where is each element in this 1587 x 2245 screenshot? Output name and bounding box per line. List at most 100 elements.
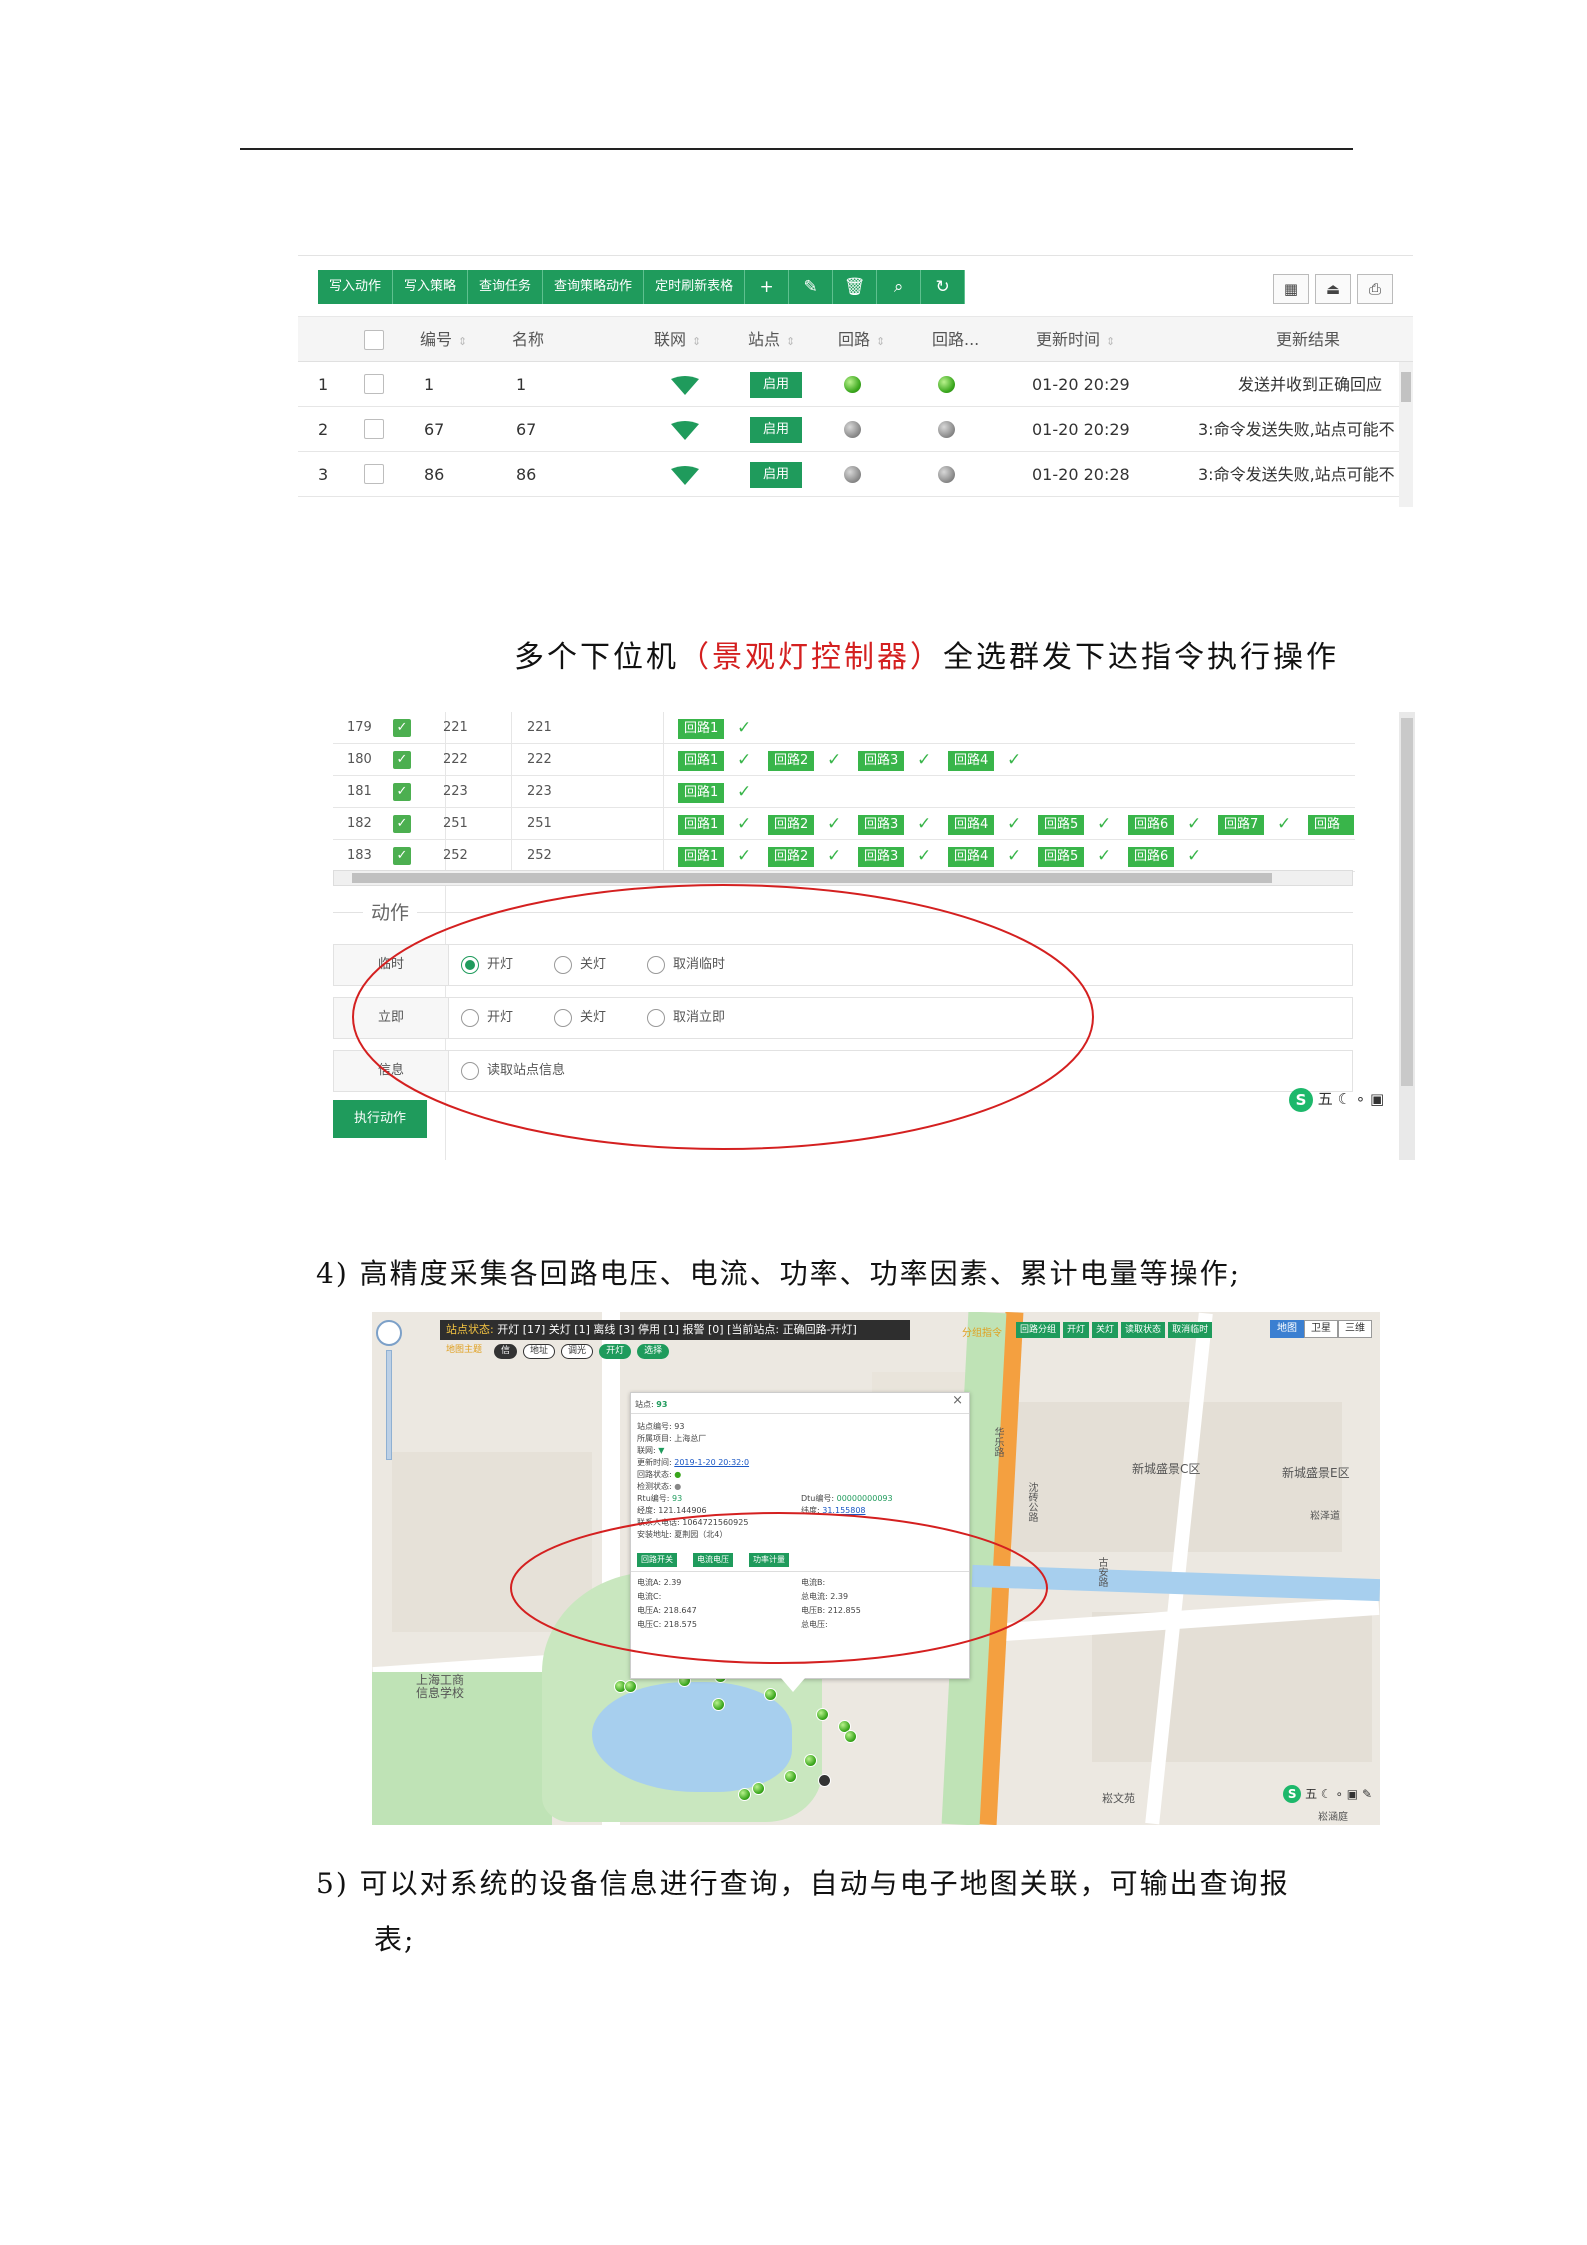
export-icon[interactable]: ⏏ bbox=[1315, 274, 1351, 304]
col-time[interactable]: 更新时间 ⇕ bbox=[1036, 317, 1115, 363]
header-rule bbox=[240, 148, 1353, 150]
check-icon: ✓ bbox=[917, 750, 932, 770]
group-loop-button[interactable]: 回路分组 bbox=[1016, 1322, 1061, 1338]
print-icon[interactable]: ⎙ bbox=[1357, 274, 1393, 304]
table-row[interactable]: 3 86 86 启用 01-20 20:28 3:命令发送失败,站点可能不 bbox=[298, 452, 1413, 497]
table-row[interactable]: 2 67 67 启用 01-20 20:29 3:命令发送失败,站点可能不 bbox=[298, 407, 1413, 452]
table-row[interactable]: 180 ✓ 222 222 回路1 ✓ 回路2 ✓ 回路3 ✓ 回路4 ✓ bbox=[333, 744, 1355, 776]
cancel-temp-button[interactable]: 取消临时 bbox=[1168, 1322, 1213, 1338]
loop-tag: 回路1 bbox=[678, 783, 725, 803]
col-loop[interactable]: 回路 ⇕ bbox=[838, 317, 885, 363]
row-checkbox[interactable]: ✓ bbox=[393, 751, 411, 769]
col-net[interactable]: 联网 ⇕ bbox=[654, 317, 701, 363]
map-command-buttons: 回路分组 开灯 关灯 读取状态 取消临时 bbox=[1016, 1322, 1213, 1338]
map-on-button[interactable]: 开灯 bbox=[1063, 1322, 1090, 1338]
select-all-checkbox[interactable] bbox=[364, 330, 384, 350]
immediate-on-radio[interactable] bbox=[461, 1009, 479, 1027]
search-icon[interactable]: ⌕ bbox=[877, 270, 922, 304]
read-info-radio[interactable] bbox=[461, 1062, 479, 1080]
power-metering-tab[interactable]: 功率计量 bbox=[749, 1553, 789, 1567]
paragraph-5-line-1: 5) 可以对系统的设备信息进行查询，自动与电子地图关联，可输出查询报 bbox=[316, 1867, 1290, 1900]
row-checkbox[interactable] bbox=[364, 464, 384, 484]
row-checkbox[interactable]: ✓ bbox=[393, 815, 411, 833]
write-action-button[interactable]: 写入动作 bbox=[318, 270, 394, 304]
check-icon: ✓ bbox=[1097, 846, 1112, 866]
filter-pill[interactable]: 开灯 bbox=[599, 1344, 632, 1359]
loop-tag: 回路3 bbox=[858, 847, 905, 867]
temp-cancel-radio[interactable] bbox=[647, 956, 665, 974]
row-checkbox[interactable] bbox=[364, 374, 384, 394]
enable-button[interactable]: 启用 bbox=[750, 372, 802, 398]
table-row[interactable]: 182 ✓ 251 251 回路1 ✓ 回路2 ✓ 回路3 ✓ 回路4 ✓ 回路5 ✓ 回… bbox=[333, 808, 1355, 840]
loop-tag: 回路3 bbox=[858, 751, 905, 771]
check-icon: ✓ bbox=[737, 846, 752, 866]
check-icon: ✓ bbox=[1187, 814, 1202, 834]
loop-tag: 回路5 bbox=[1038, 815, 1085, 835]
vertical-scrollbar[interactable] bbox=[1399, 362, 1413, 507]
loop-tag: 回路1 bbox=[678, 815, 725, 835]
station-marker[interactable] bbox=[712, 1698, 725, 1711]
plus-icon[interactable]: + bbox=[745, 270, 790, 304]
filter-pill[interactable]: 地址 bbox=[523, 1344, 556, 1359]
table-row[interactable]: 181 ✓ 223 223 回路1 ✓ bbox=[333, 776, 1355, 808]
map-type-switch: 地图 卫星 三维 bbox=[1270, 1320, 1372, 1338]
table-row[interactable]: 1 1 1 启用 01-20 20:29 发送并收到正确回应 bbox=[298, 362, 1413, 407]
station-marker[interactable] bbox=[816, 1708, 829, 1721]
query-strategy-action-button[interactable]: 查询策略动作 bbox=[543, 270, 645, 304]
station-marker[interactable] bbox=[738, 1788, 751, 1801]
station-marker[interactable] bbox=[804, 1754, 817, 1767]
loop2-status-icon bbox=[938, 466, 955, 483]
station-marker[interactable] bbox=[624, 1680, 637, 1693]
write-strategy-button[interactable]: 写入策略 bbox=[393, 270, 469, 304]
offline-station-marker[interactable] bbox=[818, 1774, 831, 1787]
timed-refresh-button[interactable]: 定时刷新表格 bbox=[644, 270, 746, 304]
immediate-off-radio[interactable] bbox=[554, 1009, 572, 1027]
col-result[interactable]: 更新结果 bbox=[1276, 317, 1340, 363]
table-row[interactable]: 179 ✓ 221 221 回路1 ✓ bbox=[333, 712, 1355, 744]
group-command-screenshot: 179 ✓ 221 221 回路1 ✓ 180 ✓ 222 222 回路1 ✓ 回路… bbox=[333, 712, 1415, 1160]
check-icon: ✓ bbox=[737, 782, 752, 802]
table-row[interactable]: 183 ✓ 252 252 回路1 ✓ 回路2 ✓ 回路3 ✓ 回路4 ✓ 回路5 ✓ 回… bbox=[333, 840, 1355, 872]
vertical-scrollbar[interactable] bbox=[1399, 712, 1415, 1160]
columns-icon[interactable]: ▦ bbox=[1273, 274, 1309, 304]
station-marker[interactable] bbox=[844, 1730, 857, 1743]
temp-on-radio[interactable] bbox=[461, 956, 479, 974]
horizontal-scrollbar[interactable] bbox=[333, 870, 1353, 886]
row-checkbox[interactable]: ✓ bbox=[393, 783, 411, 801]
col-name[interactable]: 名称 bbox=[512, 317, 544, 363]
zoom-control[interactable] bbox=[376, 1320, 402, 1470]
temp-off-radio[interactable] bbox=[554, 956, 572, 974]
ime-toolbar: S 五 ☾ ∘ ▣ ✎ bbox=[1283, 1785, 1372, 1803]
enable-button[interactable]: 启用 bbox=[750, 417, 802, 443]
loop-switch-tab[interactable]: 回路开关 bbox=[637, 1553, 677, 1567]
row-checkbox[interactable]: ✓ bbox=[393, 847, 411, 865]
trash-icon[interactable]: 🗑 bbox=[833, 270, 878, 304]
row-checkbox[interactable]: ✓ bbox=[393, 719, 411, 737]
station-marker[interactable] bbox=[764, 1688, 777, 1701]
enable-button[interactable]: 启用 bbox=[750, 462, 802, 488]
execute-action-button[interactable]: 执行动作 bbox=[333, 1100, 427, 1138]
query-task-button[interactable]: 查询任务 bbox=[468, 270, 544, 304]
refresh-icon[interactable]: ↻ bbox=[921, 270, 966, 304]
filter-pill[interactable]: 调光 bbox=[561, 1344, 594, 1359]
map-off-button[interactable]: 关灯 bbox=[1092, 1322, 1119, 1338]
station-marker[interactable] bbox=[752, 1782, 765, 1795]
check-icon: ✓ bbox=[827, 846, 842, 866]
check-icon: ✓ bbox=[737, 718, 752, 738]
map-screenshot: 站点状态: 开灯 [17] 关灯 [1] 离线 [3] 停用 [1] 报警 [0… bbox=[372, 1312, 1380, 1825]
row-checkbox[interactable] bbox=[364, 419, 384, 439]
immediate-cancel-radio[interactable] bbox=[647, 1009, 665, 1027]
loop-tag: 回路 bbox=[1308, 815, 1354, 835]
col-loop2[interactable]: 回路... bbox=[932, 317, 979, 363]
loop-tag: 回路4 bbox=[948, 815, 995, 835]
col-code[interactable]: 编号 ⇕ bbox=[420, 317, 467, 363]
close-icon[interactable]: × bbox=[952, 1394, 963, 1407]
voltage-current-tab[interactable]: 电流电压 bbox=[693, 1553, 733, 1567]
station-marker[interactable] bbox=[784, 1770, 797, 1783]
col-station[interactable]: 站点 ⇕ bbox=[748, 317, 795, 363]
pencil-icon[interactable]: ✎ bbox=[789, 270, 834, 304]
loop-tag: 回路3 bbox=[858, 815, 905, 835]
filter-pill[interactable]: 选择 bbox=[637, 1344, 670, 1359]
read-status-button[interactable]: 读取状态 bbox=[1121, 1322, 1166, 1338]
filter-pill[interactable]: 信 bbox=[494, 1344, 518, 1359]
